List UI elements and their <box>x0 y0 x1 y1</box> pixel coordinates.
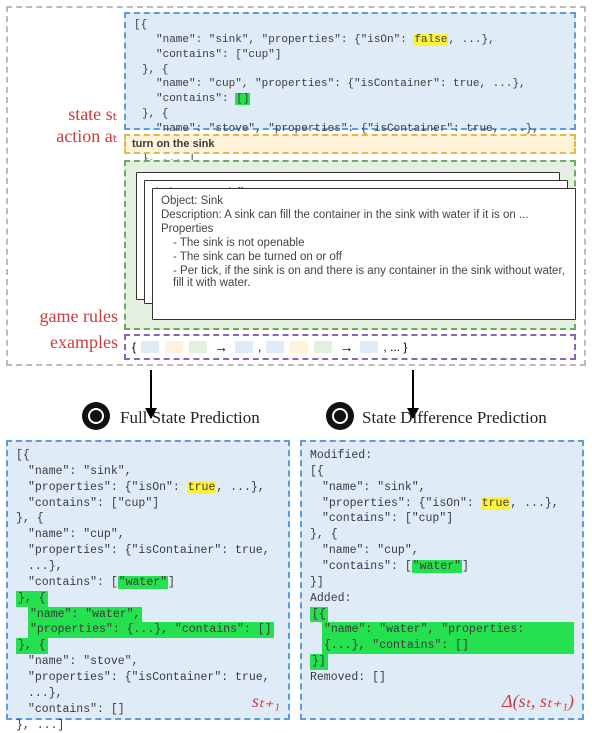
label-rules: game rules <box>6 306 118 327</box>
llm-icon <box>82 402 110 430</box>
highlight-green: }, { <box>16 591 48 607</box>
arrow-right-icon: → <box>339 339 353 355</box>
code-line: }, { <box>134 107 566 122</box>
code-line: [{ <box>134 18 566 33</box>
rules-block: Action: turn on/off DR Object: Sink Desc… <box>124 160 576 330</box>
highlight-green: "name": "water", "properties: {...}, "co… <box>322 622 574 654</box>
label-state: state sₜ <box>6 104 118 125</box>
highlight-green: "water" <box>118 576 168 589</box>
highlight-green: }, { <box>16 638 48 654</box>
state-diff-title: State Difference Prediction <box>362 408 547 428</box>
card-front: Object: Sink Description: A sink can fil… <box>152 188 576 320</box>
highlight-green: "properties": {...}, "contains": [] <box>28 622 274 638</box>
state-diff-block: Modified: [{ "name": "sink", "properties… <box>300 440 584 720</box>
highlight-green: }] <box>310 654 328 670</box>
state-t1-tag: sₜ₊₁ <box>252 689 280 714</box>
code-line: "name": "sink", "properties": {"isOn": f… <box>134 33 566 63</box>
code-line: }, { <box>134 63 566 78</box>
highlight-yellow: true <box>481 497 511 510</box>
chip-rules-icon <box>189 341 207 353</box>
full-state-title: Full State Prediction <box>120 408 260 428</box>
chip-state-icon <box>235 341 253 353</box>
chip-rules-icon <box>314 341 332 353</box>
chip-state-icon <box>266 341 284 353</box>
highlight-green: [] <box>235 93 250 105</box>
chip-state-icon <box>141 341 159 353</box>
highlight-green: "water" <box>412 560 462 573</box>
highlight-green: [{ <box>310 607 328 623</box>
arrow-right-icon: → <box>214 339 228 355</box>
highlight-yellow: true <box>187 481 217 494</box>
chip-action-icon <box>290 341 308 353</box>
full-state-block: [{ "name": "sink", "properties": {"isOn"… <box>6 440 290 720</box>
state-block: [{ "name": "sink", "properties": {"isOn"… <box>124 12 576 130</box>
chip-state-icon <box>360 341 378 353</box>
code-line: "name": "cup", "properties": {"isContain… <box>134 77 566 107</box>
highlight-yellow: false <box>413 34 448 46</box>
delta-tag: Δ(sₜ, sₜ₊₁) <box>502 689 574 714</box>
highlight-green: "name": "water", <box>28 607 142 623</box>
examples-block: { → , → , ... } <box>124 334 576 360</box>
label-examples: examples <box>6 332 118 353</box>
label-action: action aₜ <box>6 126 118 147</box>
chip-action-icon <box>165 341 183 353</box>
llm-icon <box>326 402 354 430</box>
action-block: turn on the sink <box>124 134 576 154</box>
